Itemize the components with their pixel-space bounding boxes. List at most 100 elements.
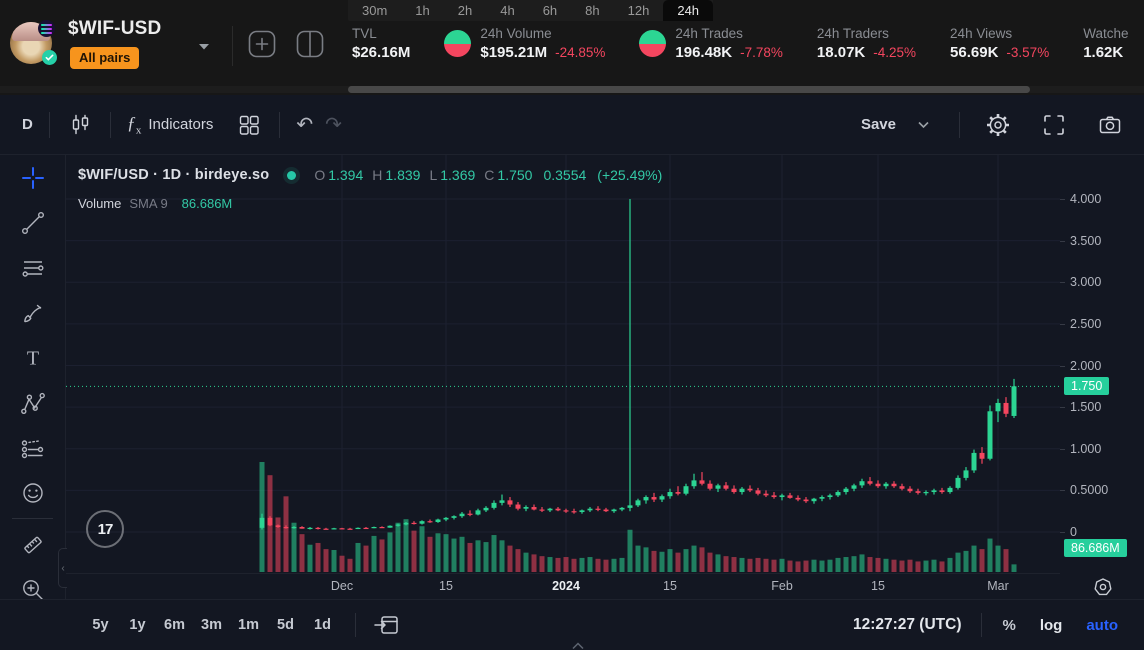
range-button-1m[interactable]: 1m xyxy=(232,613,265,637)
undo-icon[interactable]: ↶ xyxy=(290,108,319,141)
stat-label: 24h Volume xyxy=(480,26,605,41)
go-to-date-icon[interactable] xyxy=(372,611,402,639)
verified-check-icon xyxy=(42,50,57,65)
solana-chain-icon xyxy=(38,20,55,37)
stat-tvl: TVL$26.16M xyxy=(352,26,410,61)
stat-value: 56.69K xyxy=(950,44,998,61)
redo-icon[interactable]: ↷ xyxy=(319,108,348,141)
range-button-1y[interactable]: 1y xyxy=(121,613,154,637)
time-axis[interactable]: Dec15202415Feb15Mar xyxy=(66,573,1060,599)
toolbar-separator xyxy=(279,112,280,138)
chart-canvas xyxy=(66,155,1060,573)
interval-tab-24h[interactable]: 24h xyxy=(663,0,713,21)
indicators-label: Indicators xyxy=(148,116,213,133)
stat-label: 24h Traders xyxy=(817,26,916,41)
candlestick-style-button[interactable] xyxy=(60,107,100,143)
range-button-5y[interactable]: 5y xyxy=(84,613,117,637)
add-pair-button[interactable] xyxy=(248,30,276,58)
token-stats-row: TVL$26.16M24h Volume$195.21M-24.85%24h T… xyxy=(352,26,1128,61)
emoji-icon[interactable] xyxy=(0,470,66,515)
trend-line-icon[interactable] xyxy=(0,200,66,245)
log-scale-button[interactable]: log xyxy=(1040,617,1063,634)
price-tick-label: 4.000 xyxy=(1070,191,1101,207)
chart-toolbar: D ƒx Indicators ↶ ↷ Save xyxy=(0,95,1144,155)
stat-watche: Watche1.62K xyxy=(1083,26,1128,61)
chart-pane[interactable]: $WIF/USD · 1D · birdeye.so O1.394 H1.839… xyxy=(66,155,1060,573)
interval-tab-8h[interactable]: 8h xyxy=(571,0,613,21)
stat-value: 18.07K xyxy=(817,44,865,61)
price-tick-label: 2.500 xyxy=(1070,316,1101,332)
forecast-icon[interactable] xyxy=(0,425,66,470)
indicators-button[interactable]: ƒx Indicators xyxy=(121,109,220,141)
save-button[interactable]: Save xyxy=(855,112,902,137)
stat-24h-volume: 24h Volume$195.21M-24.85% xyxy=(444,26,605,61)
symbol-dropdown-caret-icon[interactable] xyxy=(198,38,210,56)
time-tick-label-15: 15 xyxy=(439,579,453,593)
range-button-5d[interactable]: 5d xyxy=(269,613,302,637)
split-layout-button[interactable] xyxy=(296,30,324,58)
time-tick-label-Mar: Mar xyxy=(987,579,1009,593)
interval-button[interactable]: D xyxy=(16,112,39,137)
ohlc-values: O1.394 H1.839 L1.369 C1.750 0.3554 (+25.… xyxy=(314,167,662,183)
range-button-1d[interactable]: 1d xyxy=(306,613,339,637)
text-icon[interactable]: T xyxy=(0,335,66,380)
price-tick-mark xyxy=(1060,366,1065,367)
time-tick-label-Feb: Feb xyxy=(771,579,793,593)
tradingview-logo[interactable]: 17 xyxy=(86,510,124,548)
fullscreen-icon[interactable] xyxy=(1034,107,1074,143)
layout-grid-button[interactable] xyxy=(229,107,269,143)
interval-tab-2h[interactable]: 2h xyxy=(444,0,486,21)
auto-scale-button[interactable]: auto xyxy=(1086,617,1118,634)
time-tick-label-15: 15 xyxy=(871,579,885,593)
stat-change: -3.57% xyxy=(1006,45,1049,60)
time-tick-label-15: 15 xyxy=(663,579,677,593)
chart-legend[interactable]: $WIF/USD · 1D · birdeye.so O1.394 H1.839… xyxy=(78,167,662,183)
brush-icon[interactable] xyxy=(0,290,66,335)
last-price-badge: 1.750 xyxy=(1064,377,1109,395)
all-pairs-badge[interactable]: All pairs xyxy=(70,47,139,69)
camera-icon[interactable] xyxy=(1090,107,1130,143)
volume-legend[interactable]: Volume SMA 9 86.686M xyxy=(78,196,232,211)
bottom-separator xyxy=(355,613,356,637)
range-button-6m[interactable]: 6m xyxy=(158,613,191,637)
price-axis[interactable]: 4.0003.5003.0002.5002.0001.5001.0000.500… xyxy=(1060,155,1144,573)
toolbar-separator xyxy=(49,112,50,138)
header-scrollbar-track[interactable] xyxy=(0,86,1144,93)
pane-expand-caret-icon[interactable] xyxy=(572,637,584,650)
price-tick-label: 0.5000 xyxy=(1070,482,1108,498)
market-status-dot-icon xyxy=(287,171,296,180)
ruler-icon[interactable] xyxy=(0,522,66,567)
stat-value: $195.21M xyxy=(480,44,547,61)
svg-text:T: T xyxy=(27,347,39,369)
toolbar-separator xyxy=(959,112,960,138)
price-tick-mark xyxy=(1060,282,1065,283)
interval-tab-12h[interactable]: 12h xyxy=(614,0,664,21)
stat-label: 24h Trades xyxy=(675,26,783,41)
stat-change: -4.25% xyxy=(873,45,916,60)
xabcd-pattern-icon[interactable] xyxy=(0,380,66,425)
stat-24h-trades: 24h Trades196.48K-7.78% xyxy=(639,26,783,61)
save-dropdown-caret-icon[interactable] xyxy=(912,117,935,133)
gear-icon[interactable] xyxy=(978,107,1018,143)
interval-tab-1h[interactable]: 1h xyxy=(401,0,443,21)
fib-lines-icon[interactable] xyxy=(0,245,66,290)
interval-tab-6h[interactable]: 6h xyxy=(529,0,571,21)
price-tick-mark xyxy=(1060,407,1065,408)
interval-tab-30m[interactable]: 30m xyxy=(348,0,401,21)
range-button-3m[interactable]: 3m xyxy=(195,613,228,637)
price-tick-mark xyxy=(1060,490,1065,491)
header-scrollbar-thumb[interactable] xyxy=(348,86,1030,93)
price-tick-mark xyxy=(1060,449,1065,450)
crosshair-icon[interactable] xyxy=(0,155,66,200)
token-avatar[interactable] xyxy=(10,22,58,70)
interval-tab-4h[interactable]: 4h xyxy=(486,0,528,21)
clock-utc[interactable]: 12:27:27 (UTC) xyxy=(853,616,962,634)
stat-label: Watche xyxy=(1083,26,1128,41)
stat-label: TVL xyxy=(352,26,410,41)
percent-scale-button[interactable]: % xyxy=(1002,617,1015,634)
stat-value: 196.48K xyxy=(675,44,732,61)
sidebar-divider xyxy=(12,518,53,519)
bottom-separator xyxy=(981,613,982,637)
price-tick-label: 1.000 xyxy=(1070,441,1101,457)
axis-settings-icon[interactable] xyxy=(1086,575,1120,599)
